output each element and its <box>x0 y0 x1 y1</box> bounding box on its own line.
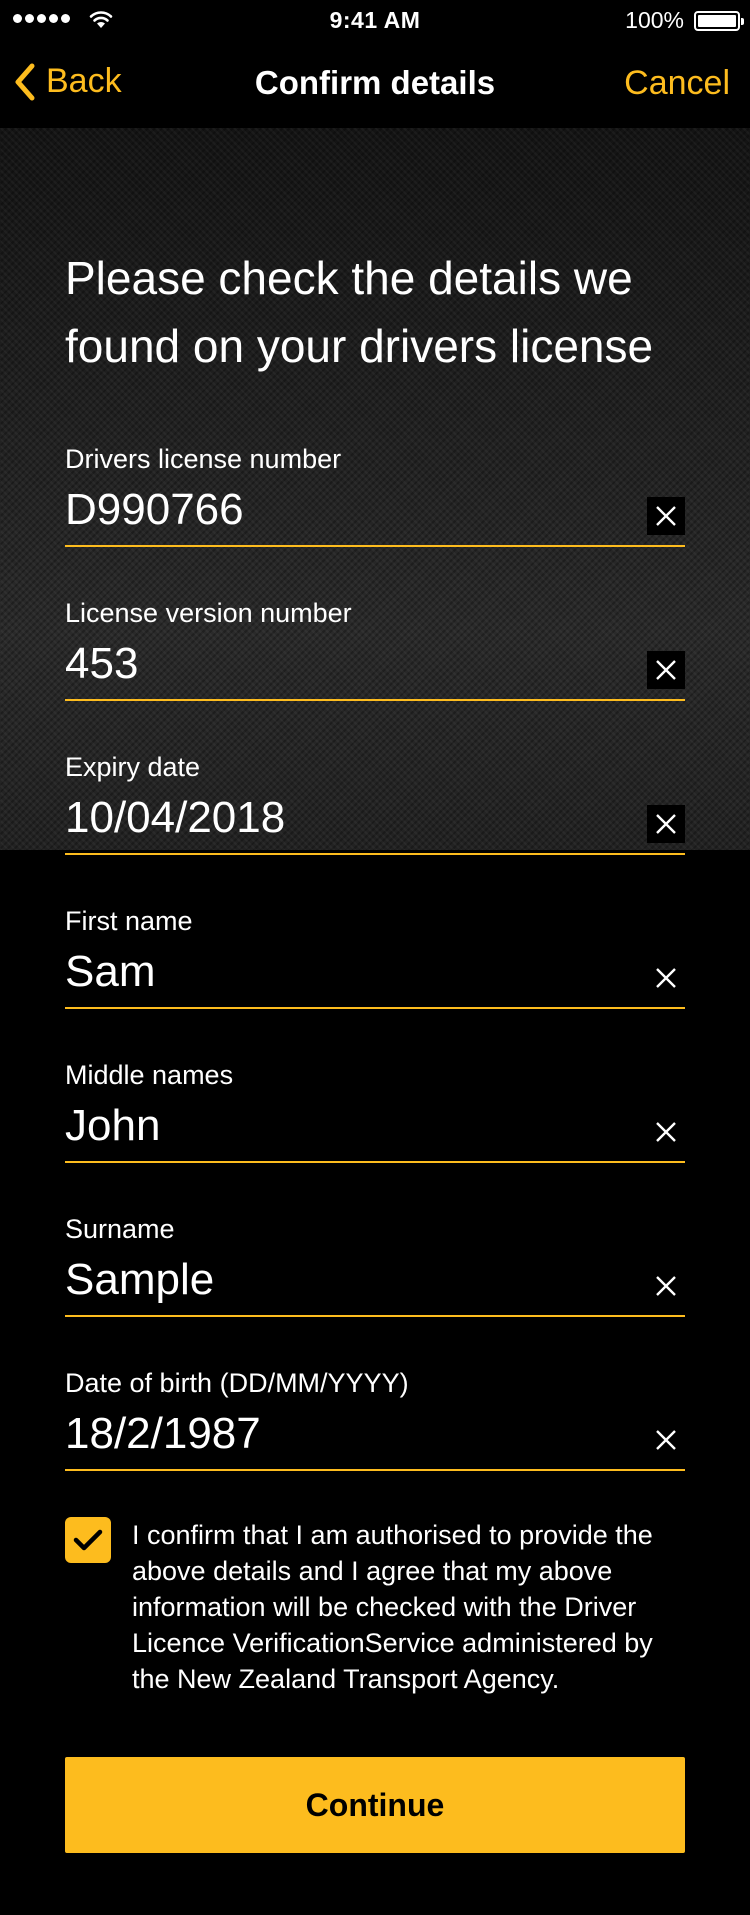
close-icon <box>656 814 676 834</box>
clear-button[interactable] <box>647 1113 685 1151</box>
field-label: Surname <box>65 1214 175 1244</box>
confirm-checkbox[interactable] <box>65 1517 111 1563</box>
field-underline <box>65 1469 685 1471</box>
expiry-date-field: Expiry date <box>65 752 685 862</box>
surname-field: Surname <box>65 1214 685 1324</box>
battery-icon <box>694 11 744 31</box>
field-underline <box>65 1315 685 1317</box>
close-icon <box>656 506 676 526</box>
form-heading: Please check the details we found on you… <box>65 252 654 372</box>
confirm-text: I confirm that I am authorised to provid… <box>132 1520 653 1694</box>
close-icon <box>656 1276 676 1296</box>
close-icon <box>656 1430 676 1450</box>
surname-input[interactable] <box>65 1252 605 1308</box>
field-underline <box>65 1007 685 1009</box>
field-label: First name <box>65 906 193 936</box>
clear-button[interactable] <box>647 959 685 997</box>
field-underline <box>65 853 685 855</box>
clear-button[interactable] <box>647 1421 685 1459</box>
middle-names-field: Middle names <box>65 1060 685 1170</box>
license-version-field: License version number <box>65 598 685 708</box>
field-label: Middle names <box>65 1060 234 1090</box>
navigation-bar: Back Confirm details Cancel <box>0 40 750 128</box>
field-underline <box>65 699 685 701</box>
field-label: License version number <box>65 598 352 628</box>
field-label: Drivers license number <box>65 444 342 474</box>
field-label: Expiry date <box>65 752 201 782</box>
license-number-input[interactable] <box>65 482 605 538</box>
cancel-button[interactable]: Cancel <box>624 64 730 103</box>
clear-button[interactable] <box>647 1267 685 1305</box>
first-name-input[interactable] <box>65 944 605 1000</box>
expiry-date-input[interactable] <box>65 790 605 846</box>
field-underline <box>65 545 685 547</box>
date-of-birth-field: Date of birth (DD/MM/YYYY) <box>65 1368 685 1478</box>
close-icon <box>656 660 676 680</box>
license-number-field: Drivers license number <box>65 444 685 554</box>
middle-names-input[interactable] <box>65 1098 605 1154</box>
close-icon <box>656 1122 676 1142</box>
license-version-input[interactable] <box>65 636 605 692</box>
close-icon <box>656 968 676 988</box>
checkmark-icon <box>73 1529 103 1551</box>
clear-button[interactable] <box>647 805 685 843</box>
status-bar: 9:41 AM 100% <box>0 0 750 40</box>
field-underline <box>65 1161 685 1163</box>
clear-button[interactable] <box>647 497 685 535</box>
field-label: Date of birth (DD/MM/YYYY) <box>65 1368 409 1398</box>
continue-button[interactable]: Continue <box>65 1757 685 1853</box>
clear-button[interactable] <box>647 651 685 689</box>
date-of-birth-input[interactable] <box>65 1406 605 1462</box>
first-name-field: First name <box>65 906 685 1016</box>
battery-percent: 100% <box>625 7 684 33</box>
